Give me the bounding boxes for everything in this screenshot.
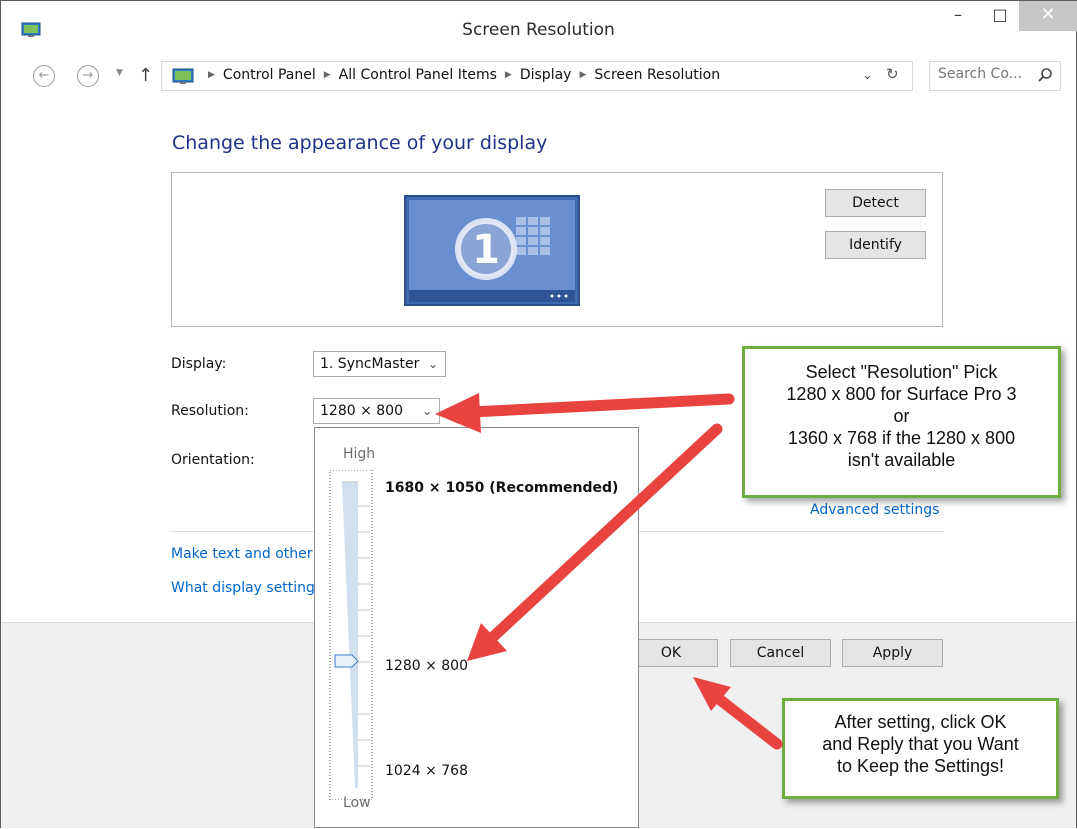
minimize-button[interactable]: – xyxy=(939,1,977,31)
callout-text: 1280 x 800 for Surface Pro 3 xyxy=(786,384,1017,404)
resolution-label: Resolution: xyxy=(171,403,249,419)
maximize-button[interactable]: □ xyxy=(981,1,1019,31)
display-select[interactable]: 1. SyncMaster ⌄ xyxy=(313,351,446,377)
monitor-number: 1 xyxy=(472,227,500,273)
ok-instruction-callout: After setting, click OK and Reply that y… xyxy=(782,698,1059,799)
search-input[interactable] xyxy=(938,66,1038,82)
slider-low-label: Low xyxy=(343,795,371,811)
breadcrumb-separator-icon[interactable]: ▶ xyxy=(324,70,331,80)
apply-button[interactable]: Apply xyxy=(842,639,943,667)
breadcrumb-all-items[interactable]: All Control Panel Items xyxy=(339,67,497,83)
resolution-option-recommended[interactable]: 1680 × 1050 (Recommended) xyxy=(385,480,618,496)
cancel-button[interactable]: Cancel xyxy=(730,639,831,667)
navigation-bar: ← → ▼ ↑ ▶ Control Panel ▶ All Control Panel… xyxy=(1,57,1076,97)
title-bar: Screen Resolution – □ ✕ xyxy=(1,1,1077,49)
breadcrumb: ▶ Control Panel ▶ All Control Panel Items ▶ D… xyxy=(200,67,720,83)
resolution-option-1024x768[interactable]: 1024 × 768 xyxy=(385,763,468,779)
callout-text: or xyxy=(893,406,910,426)
window-title: Screen Resolution xyxy=(462,20,615,40)
callout-text: After setting, click OK xyxy=(834,712,1007,732)
breadcrumb-control-panel[interactable]: Control Panel xyxy=(223,67,316,83)
callout-text: to Keep the Settings! xyxy=(836,756,1005,776)
resolution-option-1280x800[interactable]: 1280 × 800 xyxy=(385,658,468,674)
up-arrow-icon[interactable]: ↑ xyxy=(138,65,153,86)
breadcrumb-screen-resolution[interactable]: Screen Resolution xyxy=(594,67,720,83)
control-panel-icon xyxy=(172,68,194,84)
breadcrumb-separator-icon[interactable]: ▶ xyxy=(505,70,512,80)
forward-arrow-icon[interactable]: → xyxy=(77,65,99,87)
page-title: Change the appearance of your display xyxy=(172,132,548,154)
address-bar[interactable]: ▶ Control Panel ▶ All Control Panel Items ▶ D… xyxy=(161,61,913,91)
screen-resolution-window: Screen Resolution – □ ✕ ← → ▼ ↑ ▶ Control… xyxy=(0,0,1077,828)
resolution-select[interactable]: 1280 × 800 ⌄ xyxy=(313,398,440,424)
chevron-down-icon: ⌄ xyxy=(421,404,432,418)
search-icon[interactable] xyxy=(1037,67,1053,83)
what-display-settings-link[interactable]: What display setting xyxy=(171,580,315,596)
resolution-instruction-callout: Select "Resolution" Pick 1280 x 800 for … xyxy=(742,346,1061,498)
callout-text: isn't available xyxy=(847,450,956,470)
identify-button[interactable]: Identify xyxy=(825,231,926,259)
advanced-settings-link[interactable]: Advanced settings xyxy=(810,502,939,518)
make-text-larger-link[interactable]: Make text and other xyxy=(171,546,313,562)
callout-text: Select "Resolution" Pick xyxy=(805,362,998,382)
chevron-down-icon: ⌄ xyxy=(427,357,438,371)
back-arrow-icon[interactable]: ← xyxy=(33,65,55,87)
display-label: Display: xyxy=(171,356,227,372)
resolution-slider[interactable] xyxy=(328,470,378,800)
resolution-select-value: 1280 × 800 xyxy=(320,403,403,419)
breadcrumb-separator-icon: ▶ xyxy=(208,70,215,80)
orientation-label: Orientation: xyxy=(171,452,255,468)
detect-button[interactable]: Detect xyxy=(825,189,926,217)
resolution-dropdown-popup: High 1680 × 1050 (Recommended) 1280 × 80… xyxy=(314,427,639,828)
slider-high-label: High xyxy=(343,446,376,462)
display-arrangement-panel: 1 Detect Identify xyxy=(171,172,943,327)
recent-locations-chevron-icon[interactable]: ▼ xyxy=(116,68,123,78)
search-box[interactable] xyxy=(929,61,1061,91)
display-select-value: 1. SyncMaster xyxy=(320,356,420,372)
breadcrumb-display[interactable]: Display xyxy=(520,67,572,83)
address-history-chevron-icon[interactable]: ⌄ xyxy=(862,68,873,83)
breadcrumb-separator-icon[interactable]: ▶ xyxy=(579,70,586,80)
monitor-1-icon[interactable]: 1 xyxy=(404,195,580,306)
refresh-icon[interactable]: ↻ xyxy=(886,65,899,83)
callout-text: and Reply that you Want xyxy=(822,734,1019,754)
close-button[interactable]: ✕ xyxy=(1019,1,1077,31)
callout-text: 1360 x 768 if the 1280 x 800 xyxy=(787,428,1016,448)
